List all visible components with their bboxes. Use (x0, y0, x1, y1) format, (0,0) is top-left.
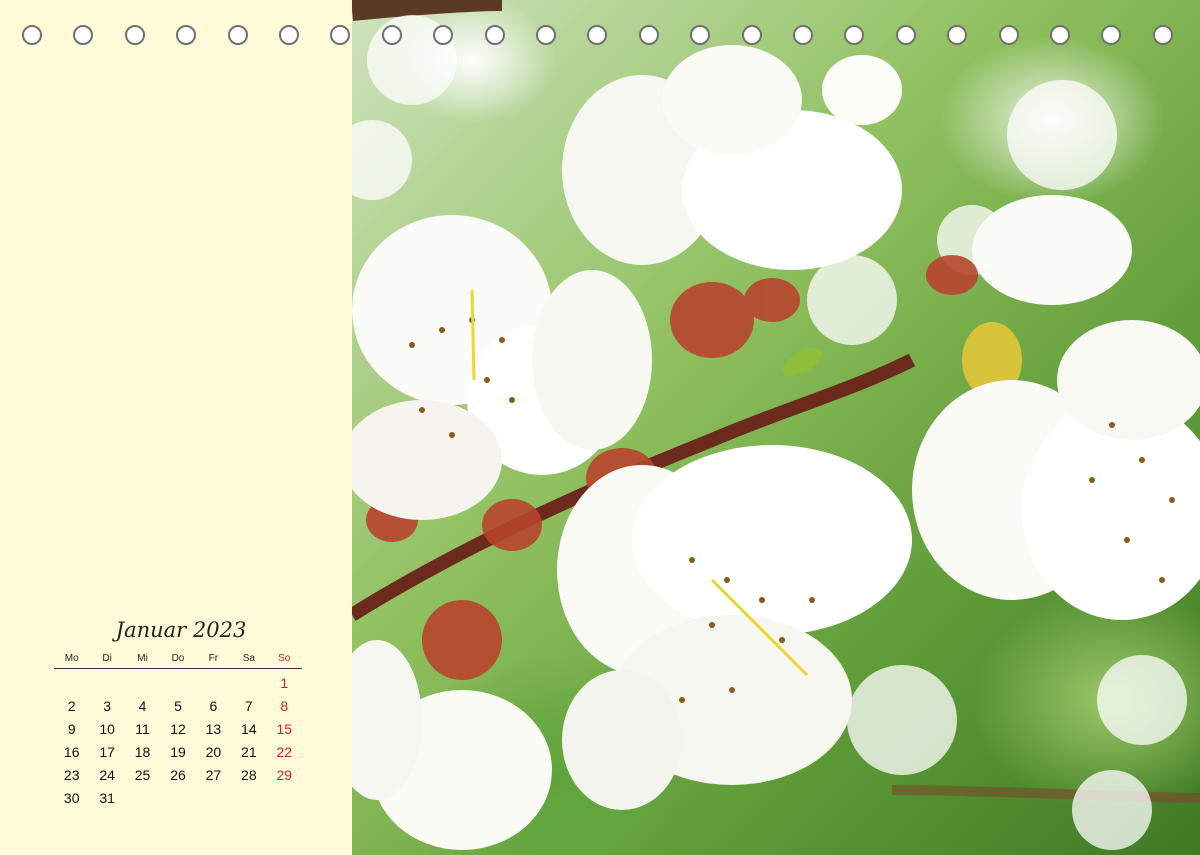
calendar-day: 18 (134, 743, 151, 760)
month-calendar: Januar 2023 Mo Di Mi Do Fr Sa So 1234567… (50, 618, 302, 809)
calendar-days: 1 2 3 4 5 6 7 8 9 10 11 12 13 14 15 16 17 18 19 20 21 22 23 24 2… (54, 669, 302, 810)
binding-ring (587, 25, 608, 45)
calendar-day: 23 (63, 766, 80, 783)
calendar-day (196, 786, 231, 809)
binding-ring (638, 25, 659, 45)
calendar-day (196, 669, 231, 695)
calendar-week-row: 1 (54, 669, 302, 695)
calendar-day: 10 (99, 720, 115, 737)
weekday-label: Sa (231, 650, 267, 669)
calendar-day (160, 669, 195, 695)
binding-ring (381, 25, 402, 45)
binding-ring (998, 25, 1019, 45)
calendar-day: 31 (99, 789, 115, 806)
binding-ring (690, 25, 711, 45)
binding-ring (947, 25, 968, 45)
binding-ring (22, 25, 42, 45)
calendar-day: 16 (63, 743, 80, 760)
calendar-day-sunday: 29 (276, 766, 293, 783)
calendar-day (89, 669, 124, 695)
calendar-day: 21 (241, 743, 257, 760)
calendar-day: 7 (244, 697, 253, 714)
calendar-day: 24 (99, 766, 115, 783)
calendar-day (54, 669, 89, 695)
binding-ring (793, 25, 813, 45)
binding-ring (484, 25, 505, 45)
calendar-grid: Mo Di Mi Do Fr Sa So 1 2 3 4 5 6 7 8 9 10 11 12 13 14… (54, 650, 302, 809)
calendar-day-sunday: 22 (276, 743, 293, 760)
month-title: Januar 2023 (115, 618, 247, 642)
binding-ring (1050, 25, 1070, 45)
binding-ring (176, 25, 197, 45)
calendar-day: 2 (67, 697, 76, 714)
weekday-label: Mi (124, 650, 161, 669)
calendar-day: 25 (134, 766, 151, 783)
calendar-day: 19 (170, 743, 186, 760)
binding-ring (73, 25, 94, 45)
weekday-label: Do (160, 650, 196, 669)
cherry-blossom-photo (352, 0, 1200, 855)
binding-ring (536, 25, 556, 45)
calendar-panel: Januar 2023 Mo Di Mi Do Fr Sa So 1234567… (0, 0, 352, 855)
calendar-day: 27 (205, 766, 222, 783)
calendar-day: 17 (99, 743, 115, 760)
calendar-day: 14 (241, 720, 257, 737)
calendar-day: 30 (63, 789, 80, 806)
weekday-label: Mo (54, 650, 90, 669)
spiral-binding (22, 25, 1182, 51)
calendar-day-sunday (267, 786, 302, 809)
calendar-day (160, 786, 195, 809)
weekday-label: Fr (195, 650, 232, 669)
binding-ring (1101, 25, 1122, 45)
calendar-day: 20 (205, 743, 222, 760)
binding-ring (741, 25, 762, 45)
calendar-day: 9 (67, 720, 76, 737)
weekday-header-row: Mo Di Mi Do Fr Sa So (54, 650, 302, 669)
binding-ring (844, 25, 865, 45)
weekday-label-sunday: So (266, 650, 302, 669)
calendar-day: 11 (135, 720, 150, 737)
calendar-day-sunday: 15 (276, 720, 293, 737)
binding-ring (330, 25, 351, 45)
calendar-week-row: 30 31 (54, 786, 302, 809)
binding-ring (227, 25, 248, 45)
calendar-week-row: 16 17 18 19 20 21 22 (54, 740, 302, 763)
calendar-week-row: 2 3 4 5 6 7 8 (54, 694, 302, 717)
calendar-day: 13 (205, 720, 222, 737)
calendar-week-row: 23 24 25 26 27 28 29 (54, 763, 302, 786)
binding-ring (433, 25, 454, 45)
calendar-day (125, 669, 160, 695)
binding-ring (895, 25, 916, 45)
calendar-day (231, 669, 266, 695)
calendar-day: 6 (209, 697, 218, 714)
calendar-day-sunday: 1 (280, 674, 289, 691)
weekday-label: Di (89, 650, 125, 669)
blossom-illustration (352, 0, 1200, 850)
calendar-day: 28 (241, 766, 257, 783)
calendar-day: 26 (170, 766, 186, 783)
calendar-day (125, 786, 160, 809)
calendar-day: 3 (103, 697, 112, 714)
calendar-day: 5 (174, 697, 182, 714)
calendar-day: 4 (138, 697, 147, 714)
calendar-day-sunday: 8 (280, 697, 289, 714)
binding-ring (124, 25, 145, 45)
calendar-week-row: 9 10 11 12 13 14 15 (54, 717, 302, 740)
binding-ring (279, 25, 299, 45)
binding-ring (1152, 25, 1173, 45)
calendar-day (231, 786, 266, 809)
calendar-day: 12 (170, 720, 186, 737)
